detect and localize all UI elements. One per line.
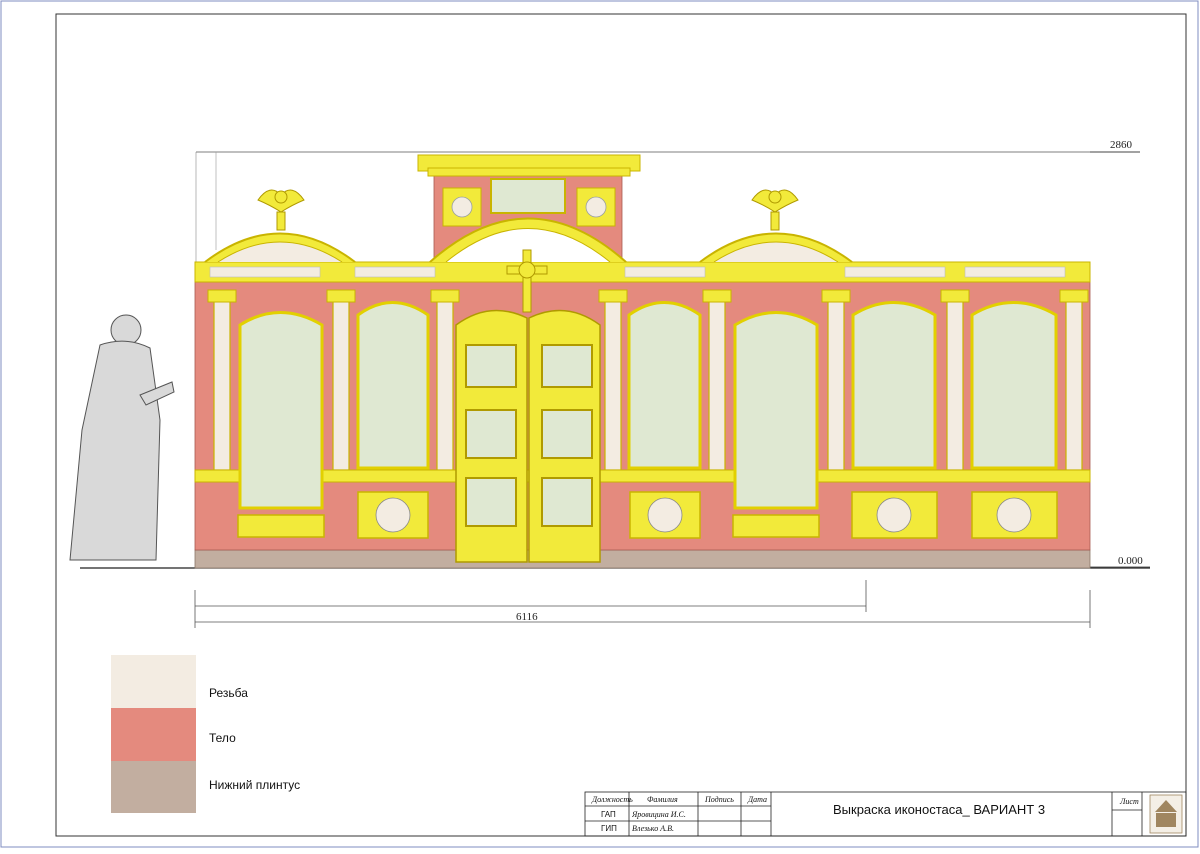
sill-band <box>194 469 1091 483</box>
dim-zero-label: 0.000 <box>1118 555 1143 567</box>
plinth <box>194 549 1091 569</box>
drawing-title: Выкраска иконостаса_ ВАРИАНТ 3 <box>833 802 1046 817</box>
tb-header-date: Дата <box>748 795 767 804</box>
tb-row1-name: Яровицина И.С. <box>632 810 686 819</box>
legend-swatch-carving <box>111 655 196 708</box>
iconostasis-drawing <box>0 0 1199 848</box>
dim-height-label: 2860 <box>1110 139 1132 151</box>
clergyman-figure <box>69 314 175 561</box>
company-logo <box>1149 794 1183 834</box>
tb-row2-name: Влезько А.В. <box>632 824 674 833</box>
seraph-right <box>751 189 799 231</box>
drawing-sheet: 2860 0.000 6116 Резьба Тело Нижний плинт… <box>0 0 1200 849</box>
tb-header-position: Должность <box>592 795 633 804</box>
legend-label-plinth: Нижний плинтус <box>209 778 301 792</box>
attic-panel <box>490 178 566 214</box>
legend-label-carving: Резьба <box>209 686 248 700</box>
legend-swatch-plinth <box>111 761 196 813</box>
tb-row2-position: ГИП <box>601 824 617 833</box>
tb-header-signature: Подпись <box>705 795 734 804</box>
seraph-left <box>257 189 305 231</box>
dim-width-label: 6116 <box>516 611 538 623</box>
legend-swatch-body <box>111 708 196 761</box>
tb-row1-position: ГАП <box>601 810 616 819</box>
legend-label-body: Тело <box>209 731 236 745</box>
tb-header-name: Фамилия <box>647 795 678 804</box>
lower-panels <box>237 491 1058 539</box>
sheet-label: Лист <box>1120 797 1139 806</box>
